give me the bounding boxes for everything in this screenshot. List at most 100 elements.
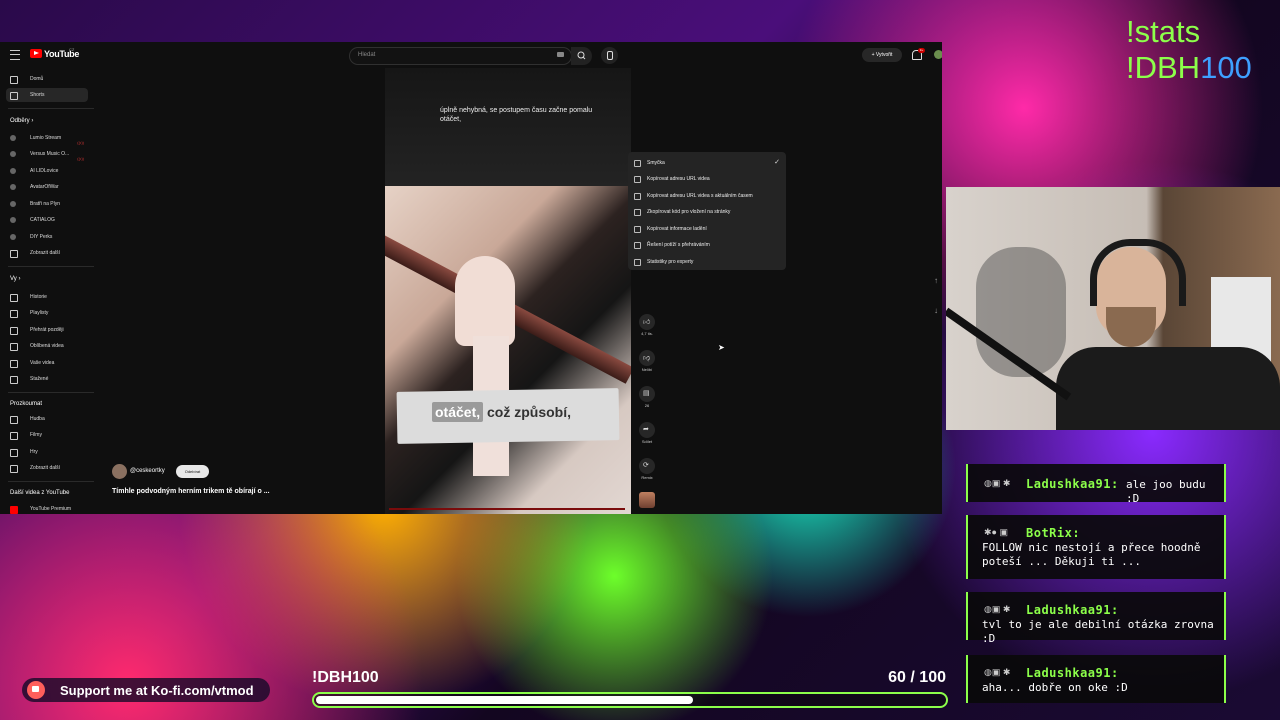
share-label: Sdílet	[641, 439, 653, 444]
create-button[interactable]: + Vytvořit	[862, 48, 902, 62]
sound-thumbnail[interactable]	[639, 492, 655, 508]
goal-current: 60	[888, 669, 906, 686]
sidebar-label: Oblíbená videa	[30, 343, 64, 349]
sidebar-sub-item[interactable]: AvatarOfWar	[6, 180, 88, 194]
keyboard-icon[interactable]	[557, 52, 564, 57]
sidebar-item-history[interactable]: Historie	[6, 290, 88, 304]
remix-label: Remix	[641, 475, 653, 480]
menu-label: Řešení potíží s přehráváním	[647, 242, 710, 248]
kofi-banner[interactable]: Support me at Ko-fi.com/vtmod	[22, 678, 270, 702]
menu-item-stats[interactable]: Statistiky pro experty	[628, 254, 786, 270]
user-badges-icon: ◍▣ ✱	[984, 604, 1011, 614]
video-progress-bar[interactable]	[389, 508, 625, 510]
user-avatar[interactable]	[934, 50, 942, 59]
gamepad-icon	[10, 449, 18, 457]
share-button[interactable]: ➦ Sdílet	[638, 422, 656, 444]
user-badges-icon: ✱● ▣	[984, 527, 1008, 537]
subscribe-button[interactable]: Odebírat	[176, 465, 209, 478]
previous-video-arrow-icon[interactable]: ↑	[930, 276, 942, 288]
sidebar-show-more[interactable]: Zobrazit další	[6, 246, 88, 260]
youtube-logo-icon[interactable]	[30, 49, 42, 58]
channel-avatar-icon	[10, 234, 16, 240]
code-icon	[634, 209, 641, 216]
sidebar-item-liked[interactable]: Oblíbená videa	[6, 339, 88, 353]
you-heading[interactable]: Vy ›	[10, 276, 20, 282]
chat-message: ◍▣ ✱ Ladushkaa91: tvl to je ale debilní …	[966, 592, 1226, 645]
comment-button[interactable]: ▤ 26	[638, 386, 656, 408]
headphones	[1090, 239, 1186, 306]
chat-message: ✱● ▣ BotRix: FOLLOW nic nestojí a přece …	[966, 515, 1226, 579]
link-icon	[634, 176, 641, 183]
donation-goal: !DBH100 60 / 100	[312, 668, 948, 712]
channel-name[interactable]: @ceskeortky	[130, 468, 165, 474]
dislike-button[interactable]: 👎︎ Nelíbí	[638, 350, 656, 372]
divider	[8, 392, 94, 393]
youtube-topbar: YouTube CZ Hledat + Vytvořit 9+	[0, 42, 942, 68]
sidebar-item-music[interactable]: Hudba	[6, 412, 88, 426]
sidebar-label: Hry	[30, 449, 38, 455]
voice-search-button[interactable]	[601, 47, 618, 64]
sidebar-sub-item[interactable]: CATIALOG	[6, 213, 88, 227]
sidebar-item-games[interactable]: Hry	[6, 445, 88, 459]
chat-username: Ladushkaa91:	[1026, 666, 1119, 680]
sidebar-label: Stažené	[30, 376, 49, 382]
sidebar-item-premium[interactable]: YouTube Premium	[6, 502, 88, 514]
search-button[interactable]	[571, 47, 592, 65]
dislike-label: Nelíbí	[641, 367, 653, 372]
playlist-icon	[10, 310, 18, 318]
sidebar-item-home[interactable]: Domů	[6, 72, 88, 86]
dbh-command: !DBH100	[1126, 50, 1252, 85]
sidebar-item-movies[interactable]: Filmy	[6, 428, 88, 442]
sidebar-item-watch-later[interactable]: Přehrát později	[6, 323, 88, 337]
search-placeholder: Hledat	[358, 52, 376, 58]
explore-heading: Prozkoumat	[10, 401, 43, 407]
menu-item-copy-url-time[interactable]: Kopírovat adresu URL videa s aktuálním č…	[628, 188, 786, 204]
sidebar-label: YouTube Premium	[30, 506, 72, 512]
youtube-window: YouTube CZ Hledat + Vytvořit 9+ Domů Sho…	[0, 42, 942, 514]
sidebar-sub-item[interactable]: Bratři na Plyn	[6, 197, 88, 211]
comment-icon: ▤	[643, 390, 650, 397]
menu-item-copy-url[interactable]: Kopírovat adresu URL videa	[628, 171, 786, 187]
menu-icon[interactable]	[10, 50, 20, 60]
goal-separator: /	[910, 669, 915, 686]
menu-item-embed[interactable]: Zkopírovat kód pro vložení na stránky	[628, 204, 786, 220]
download-icon	[10, 376, 18, 384]
channel-avatar[interactable]	[112, 464, 127, 479]
video-title[interactable]: Tímhle podvodným herním trikem tě obíraj…	[112, 488, 270, 495]
sidebar-item-your-videos[interactable]: Vaše videa	[6, 356, 88, 370]
sidebar-label: Bratři na Plyn	[30, 201, 61, 207]
search-input[interactable]: Hledat	[349, 47, 572, 65]
channel-avatar-icon	[10, 135, 16, 141]
chat-username: Ladushkaa91:	[1026, 603, 1119, 617]
menu-label: Kopírovat adresu URL videa	[647, 176, 710, 182]
menu-item-loop[interactable]: Smyčka ✓	[628, 155, 786, 171]
sidebar-sub-item[interactable]: Lumio Stream ((•))	[6, 131, 88, 145]
sidebar-item-downloads[interactable]: Stažené	[6, 372, 88, 386]
sidebar-sub-item[interactable]: AI LIDLovice	[6, 164, 88, 178]
sidebar-item-shorts[interactable]: Shorts	[6, 88, 88, 102]
info-icon	[634, 259, 641, 266]
context-menu: Smyčka ✓ Kopírovat adresu URL videa Kopír…	[628, 152, 786, 270]
like-button[interactable]: 👍︎ 4,7 tis.	[638, 314, 656, 336]
kofi-text: Support me at Ko-fi.com/vtmod	[60, 683, 254, 698]
sidebar-show-more[interactable]: Zobrazit další	[6, 461, 88, 475]
streamer-body	[1056, 347, 1280, 430]
divider	[8, 108, 94, 109]
video-subtitle: otáčet, což způsobí,	[432, 402, 572, 422]
menu-item-debug[interactable]: Kopírovat informace ladění	[628, 221, 786, 237]
remix-button[interactable]: ⟳ Remix	[638, 458, 656, 480]
stats-command: !stats	[1126, 14, 1201, 49]
subtitle-rest: což způsobí,	[483, 404, 572, 420]
music-icon	[10, 416, 18, 424]
country-code: CZ	[69, 47, 75, 52]
sidebar-item-playlists[interactable]: Playlisty	[6, 306, 88, 320]
sidebar-sub-item[interactable]: Versus Music O... ((•))	[6, 147, 88, 161]
next-video-arrow-icon[interactable]: ↓	[930, 306, 942, 318]
subscriptions-heading[interactable]: Odběry ›	[10, 118, 33, 124]
sidebar-label: AvatarOfWar	[30, 184, 59, 190]
menu-item-troubleshoot[interactable]: Řešení potíží s přehráváním	[628, 237, 786, 253]
clock-icon	[10, 327, 18, 335]
channel-avatar-icon	[10, 217, 16, 223]
shorts-video-player[interactable]: úplně nehybná, se postupem času začne po…	[385, 68, 631, 514]
sidebar-sub-item[interactable]: DIY Perks	[6, 230, 88, 244]
